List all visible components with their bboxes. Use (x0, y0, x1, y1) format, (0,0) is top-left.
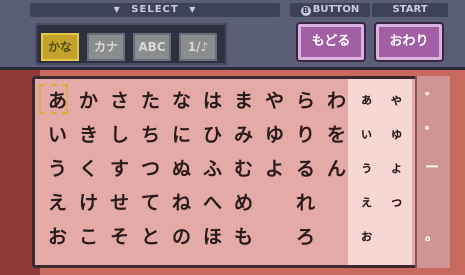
kana-key[interactable]: の (166, 220, 197, 254)
kana-key[interactable]: う (42, 152, 73, 186)
small-kana-key[interactable]: ゅ (381, 118, 412, 152)
kana-key[interactable]: ひ (197, 118, 228, 152)
mark-key[interactable]: 。 (422, 226, 442, 246)
b-button-header: B BUTTON (290, 3, 370, 17)
selection-cursor (39, 84, 68, 114)
name-entry-screen: ▼ SELECT ▼ B BUTTON START かな カナ ABC 1/♪ も… (0, 0, 465, 275)
small-kana-key[interactable]: ぇ (351, 186, 382, 220)
start-header: START (372, 3, 448, 17)
kana-key[interactable]: ん (321, 152, 352, 186)
mode-symbols[interactable]: 1/♪ (179, 33, 217, 61)
kana-key[interactable]: れ (290, 186, 321, 220)
kana-key[interactable]: み (228, 118, 259, 152)
small-kana-key[interactable]: っ (381, 186, 412, 220)
mode-alphabet[interactable]: ABC (133, 33, 171, 61)
kana-key[interactable]: い (42, 118, 73, 152)
kana-key[interactable]: と (135, 220, 166, 254)
kana-key[interactable]: た (135, 84, 166, 118)
kana-key[interactable]: ち (135, 118, 166, 152)
arrow-down-icon: ▼ (189, 5, 197, 14)
kana-key[interactable]: そ (104, 220, 135, 254)
kana-key[interactable]: む (228, 152, 259, 186)
kana-key[interactable]: か (73, 84, 104, 118)
kana-key[interactable]: せ (104, 186, 135, 220)
mark-key[interactable]: ゛ (422, 90, 442, 110)
kana-key[interactable]: ゆ (259, 118, 290, 152)
kana-key[interactable]: よ (259, 152, 290, 186)
kana-key[interactable]: に (166, 118, 197, 152)
kana-key[interactable]: や (259, 84, 290, 118)
kana-key[interactable]: ら (290, 84, 321, 118)
kana-key[interactable]: る (290, 152, 321, 186)
mark-key[interactable]: ー (422, 158, 442, 178)
kana-key[interactable]: ぬ (166, 152, 197, 186)
mode-katakana[interactable]: カナ (87, 33, 125, 61)
select-label: SELECT (131, 4, 179, 15)
kana-key[interactable]: ま (228, 84, 259, 118)
kana-key[interactable]: わ (321, 84, 352, 118)
kana-key[interactable]: も (228, 220, 259, 254)
kana-key[interactable]: を (321, 118, 352, 152)
kana-key[interactable]: ふ (197, 152, 228, 186)
arrow-down-icon: ▼ (113, 5, 121, 14)
small-kana-key[interactable]: ゃ (381, 84, 412, 118)
b-button-icon: B (300, 6, 311, 16)
mode-hiragana[interactable]: かな (41, 33, 79, 61)
kana-key[interactable]: へ (197, 186, 228, 220)
b-button-label: BUTTON (312, 4, 360, 15)
kana-key[interactable]: お (42, 220, 73, 254)
small-kana-key[interactable]: ょ (381, 152, 412, 186)
kana-key[interactable]: な (166, 84, 197, 118)
kana-key[interactable]: ろ (290, 220, 321, 254)
back-button[interactable]: もどる (298, 24, 364, 60)
kana-key[interactable]: ね (166, 186, 197, 220)
kana-key[interactable]: ほ (197, 220, 228, 254)
done-button[interactable]: おわり (376, 24, 442, 60)
kana-key[interactable]: て (135, 186, 166, 220)
kana-key[interactable]: め (228, 186, 259, 220)
kana-key[interactable]: き (73, 118, 104, 152)
kana-key[interactable]: く (73, 152, 104, 186)
small-kana-key[interactable]: ぉ (351, 220, 382, 254)
mark-key[interactable]: ゜ (422, 124, 442, 144)
top-panel: ▼ SELECT ▼ B BUTTON START かな カナ ABC 1/♪ も… (0, 0, 465, 70)
select-header: ▼ SELECT ▼ (30, 3, 280, 17)
kana-key[interactable]: さ (104, 84, 135, 118)
kana-key[interactable]: え (42, 186, 73, 220)
kana-key[interactable]: り (290, 118, 321, 152)
kana-key[interactable]: こ (73, 220, 104, 254)
small-kana-key[interactable]: ぃ (351, 118, 382, 152)
kana-key[interactable]: つ (135, 152, 166, 186)
kana-key[interactable]: け (73, 186, 104, 220)
mode-selector: かな カナ ABC 1/♪ (35, 23, 227, 65)
kana-key[interactable]: す (104, 152, 135, 186)
kana-key[interactable]: し (104, 118, 135, 152)
small-kana-key[interactable]: ぅ (351, 152, 382, 186)
kana-key[interactable]: は (197, 84, 228, 118)
small-kana-key[interactable]: ぁ (351, 84, 382, 118)
